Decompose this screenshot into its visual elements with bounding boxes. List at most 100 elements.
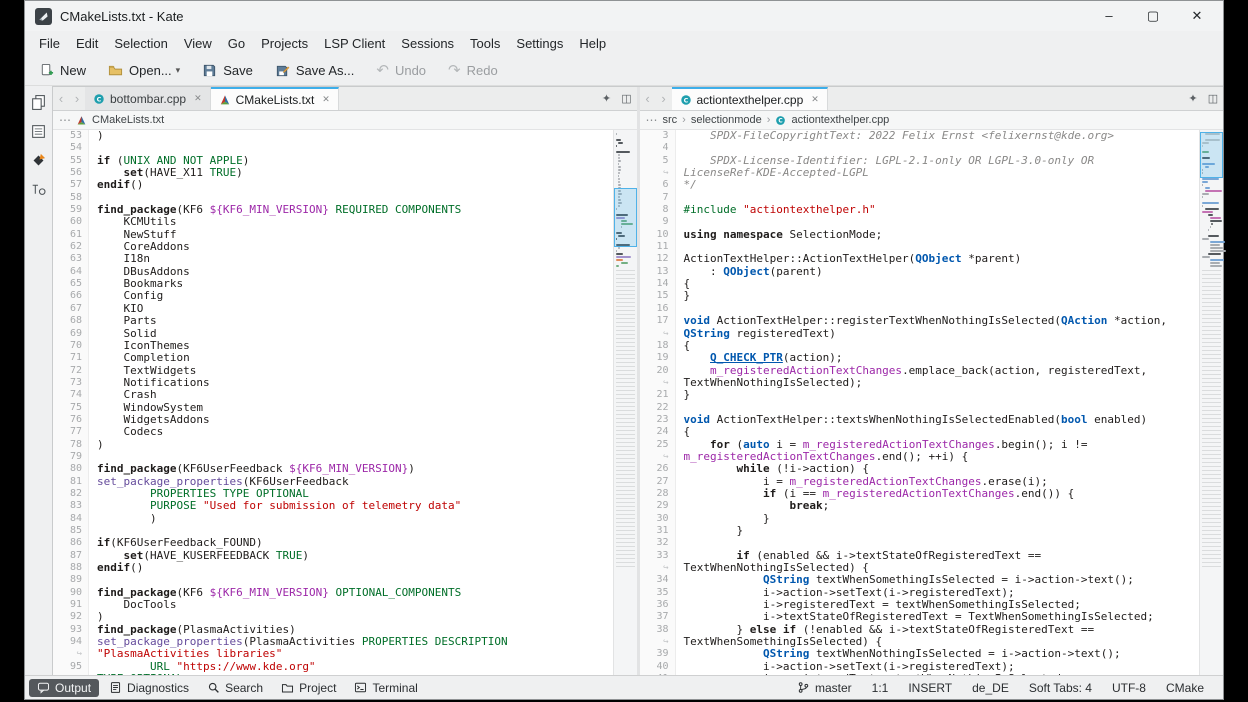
minimap-line bbox=[618, 154, 620, 156]
tabs-back-icon[interactable]: ‹ bbox=[640, 87, 656, 110]
menu-selection[interactable]: Selection bbox=[106, 34, 175, 53]
menu-view[interactable]: View bbox=[176, 34, 220, 53]
line-number: 3 bbox=[640, 130, 676, 142]
tab-bottombar-cpp[interactable]: Cbottombar.cpp✕ bbox=[85, 87, 211, 110]
code-text bbox=[676, 402, 684, 414]
tab-cmakelists-txt[interactable]: CMakeLists.txt✕ bbox=[211, 87, 339, 110]
pane-menu-icon[interactable]: ✦ bbox=[1183, 87, 1203, 110]
statusbar-diagnostics-button[interactable]: Diagnostics bbox=[101, 679, 197, 697]
dock-git-icon[interactable] bbox=[30, 152, 47, 169]
wrap-marker-icon: ↪ bbox=[640, 167, 676, 179]
menu-sessions[interactable]: Sessions bbox=[393, 34, 462, 53]
toolbar-save-button[interactable]: Save bbox=[196, 60, 259, 81]
menu-lsp-client[interactable]: LSP Client bbox=[316, 34, 393, 53]
terminal-icon bbox=[354, 681, 367, 694]
minimap-scrollbar[interactable] bbox=[1199, 130, 1223, 675]
minimap-viewport[interactable] bbox=[1200, 132, 1223, 178]
maximize-icon[interactable]: ▢ bbox=[1131, 1, 1175, 31]
menu-settings[interactable]: Settings bbox=[508, 34, 571, 53]
search-icon bbox=[207, 681, 220, 694]
code-line: 21} bbox=[640, 389, 1200, 401]
code-text: } bbox=[676, 290, 691, 302]
line-number: 70 bbox=[53, 340, 89, 352]
toolbar-save-as-button[interactable]: Save As... bbox=[269, 60, 361, 81]
menu-go[interactable]: Go bbox=[220, 34, 253, 53]
statusbar-search-button[interactable]: Search bbox=[199, 679, 271, 697]
line-number: 84 bbox=[53, 513, 89, 525]
tab-close-icon[interactable]: ✕ bbox=[194, 93, 202, 104]
statusbar-button-label: Output bbox=[55, 681, 91, 695]
line-number: 53 bbox=[53, 130, 89, 142]
statusbar-terminal-button[interactable]: Terminal bbox=[346, 679, 425, 697]
dock-documents-icon[interactable] bbox=[30, 94, 47, 111]
split-view-icon[interactable]: ◫ bbox=[617, 87, 637, 110]
breadcrumb-segment-cmakelists-txt[interactable]: CMakeLists.txt bbox=[92, 114, 164, 126]
breadcrumb-segment-src[interactable]: src bbox=[663, 114, 678, 126]
menu-help[interactable]: Help bbox=[571, 34, 614, 53]
minimap-line bbox=[616, 139, 622, 141]
tab-close-icon[interactable]: ✕ bbox=[322, 94, 330, 105]
menu-projects[interactable]: Projects bbox=[253, 34, 316, 53]
tab-actiontexthelper-cpp[interactable]: Cactiontexthelper.cpp✕ bbox=[672, 87, 828, 110]
git-branch-icon bbox=[797, 681, 810, 694]
tabs-back-icon[interactable]: ‹ bbox=[53, 87, 69, 110]
status-utf-8[interactable]: UTF-8 bbox=[1103, 681, 1155, 695]
menu-edit[interactable]: Edit bbox=[68, 34, 106, 53]
minimap-line bbox=[616, 259, 623, 261]
statusbar-output-button[interactable]: Output bbox=[29, 679, 99, 697]
menu-file[interactable]: File bbox=[31, 34, 68, 53]
code-line: ↪QString registeredText) bbox=[640, 328, 1200, 340]
status-item-label: 1:1 bbox=[872, 681, 889, 695]
undo-icon: ↶ bbox=[376, 63, 389, 78]
toolbar-new-button[interactable]: New bbox=[33, 60, 92, 81]
minimap-line bbox=[1210, 217, 1221, 219]
breadcrumb-more-icon[interactable]: ⋯ bbox=[59, 113, 71, 127]
toolbar-redo-button[interactable]: ↷Redo bbox=[442, 60, 504, 81]
status-1-1[interactable]: 1:1 bbox=[863, 681, 898, 695]
line-number: 38 bbox=[640, 624, 676, 636]
split-view-icon[interactable]: ◫ bbox=[1203, 87, 1223, 110]
status-item-label: Soft Tabs: 4 bbox=[1029, 681, 1092, 695]
tabs-forward-icon[interactable]: › bbox=[656, 87, 672, 110]
code-text bbox=[89, 525, 97, 537]
toolbar-open-button[interactable]: Open...▾ bbox=[102, 60, 186, 81]
close-icon[interactable]: ✕ bbox=[1175, 1, 1219, 31]
breadcrumb-segment-actiontexthelper-cpp[interactable]: actiontexthelper.cpp bbox=[791, 114, 889, 126]
status-cmake[interactable]: CMake bbox=[1157, 681, 1213, 695]
tab-close-icon[interactable]: ✕ bbox=[811, 94, 819, 105]
text-editor[interactable]: 53)5455if (UNIX AND NOT APPLE)56 set(HAV… bbox=[53, 130, 637, 675]
minimap-line bbox=[618, 178, 619, 180]
line-number: 88 bbox=[53, 562, 89, 574]
tabs-forward-icon[interactable]: › bbox=[69, 87, 85, 110]
line-number: 8 bbox=[640, 204, 676, 216]
line-number: 63 bbox=[53, 253, 89, 265]
code-text bbox=[676, 216, 684, 228]
status-soft-tabs-4[interactable]: Soft Tabs: 4 bbox=[1020, 681, 1101, 695]
pane-menu-icon[interactable]: ✦ bbox=[597, 87, 617, 110]
wrap-marker-icon: ↪ bbox=[53, 648, 89, 660]
statusbar-project-button[interactable]: Project bbox=[273, 679, 344, 697]
line-number: 64 bbox=[53, 266, 89, 278]
line-number: 68 bbox=[53, 315, 89, 327]
breadcrumb-more-icon[interactable]: ⋯ bbox=[646, 113, 658, 127]
status-master[interactable]: master bbox=[788, 681, 861, 695]
dock-symbols-icon[interactable] bbox=[30, 181, 47, 198]
title-bar[interactable]: CMakeLists.txt - Kate – ▢ ✕ bbox=[25, 1, 1223, 31]
minimize-icon[interactable]: – bbox=[1087, 1, 1131, 31]
menu-tools[interactable]: Tools bbox=[462, 34, 508, 53]
svg-text:C: C bbox=[683, 96, 688, 104]
line-number: 4 bbox=[640, 142, 676, 154]
minimap-line bbox=[1208, 235, 1220, 237]
code-line: 8#include "actiontexthelper.h" bbox=[640, 204, 1200, 216]
minimap-scrollbar[interactable] bbox=[613, 130, 637, 675]
minimap-line bbox=[1205, 190, 1222, 192]
dock-filesystem-icon[interactable] bbox=[30, 123, 47, 140]
status-de-de[interactable]: de_DE bbox=[963, 681, 1018, 695]
code-text bbox=[676, 192, 684, 204]
breadcrumb-segment-selectionmode[interactable]: selectionmode bbox=[691, 114, 762, 126]
minimap-viewport[interactable] bbox=[614, 188, 637, 247]
status-insert[interactable]: INSERT bbox=[899, 681, 961, 695]
code-text bbox=[89, 574, 97, 586]
toolbar-undo-button[interactable]: ↶Undo bbox=[370, 60, 432, 81]
text-editor[interactable]: 3 SPDX-FileCopyrightText: 2022 Felix Ern… bbox=[640, 130, 1224, 675]
